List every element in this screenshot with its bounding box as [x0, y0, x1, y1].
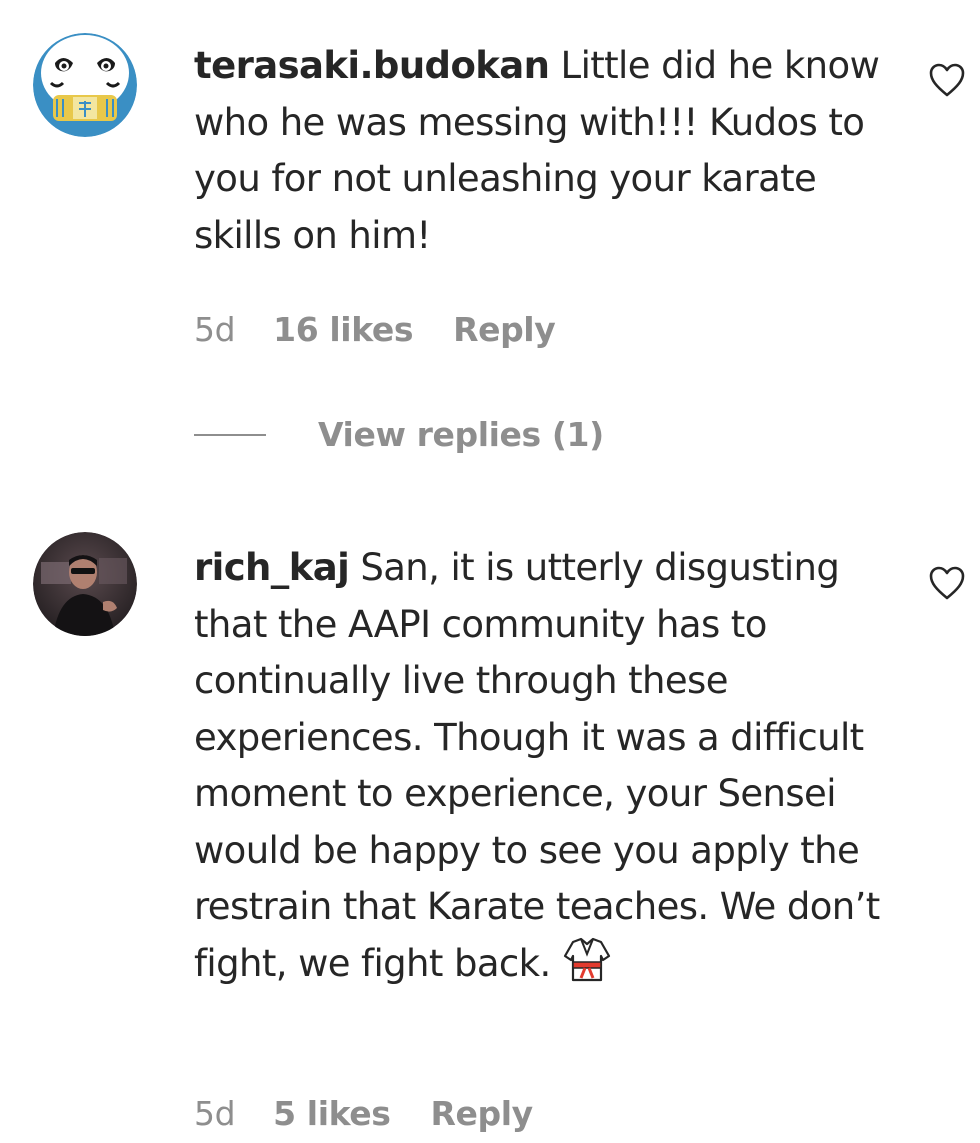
avatar[interactable]: [33, 33, 137, 137]
heart-icon[interactable]: [928, 62, 966, 98]
reply-button[interactable]: Reply: [453, 310, 556, 349]
martial-arts-uniform-icon: [563, 937, 610, 981]
comment-timestamp: 5d: [194, 310, 236, 349]
comment-meta: 5d 16 likes Reply: [194, 310, 556, 349]
comment-text: rich_kaj San, it is utterly disgusting t…: [194, 540, 894, 992]
comment-meta: 5d 5 likes Reply: [194, 1094, 533, 1133]
avatar[interactable]: [33, 532, 137, 636]
comment-likes-count[interactable]: 16 likes: [273, 310, 413, 349]
comment-timestamp: 5d: [194, 1094, 236, 1133]
view-replies-button[interactable]: View replies (1): [194, 415, 604, 454]
view-replies-divider: [194, 433, 266, 436]
comment-likes-count[interactable]: 5 likes: [273, 1094, 391, 1133]
heart-icon[interactable]: [928, 565, 966, 601]
view-replies-label[interactable]: View replies (1): [318, 415, 604, 454]
comment-username[interactable]: terasaki.budokan: [194, 44, 550, 87]
comment-body: San, it is utterly disgusting that the A…: [194, 546, 880, 985]
comment-username[interactable]: rich_kaj: [194, 546, 350, 589]
reply-button[interactable]: Reply: [431, 1094, 534, 1133]
comment-text: terasaki.budokan Little did he know who …: [194, 38, 894, 264]
